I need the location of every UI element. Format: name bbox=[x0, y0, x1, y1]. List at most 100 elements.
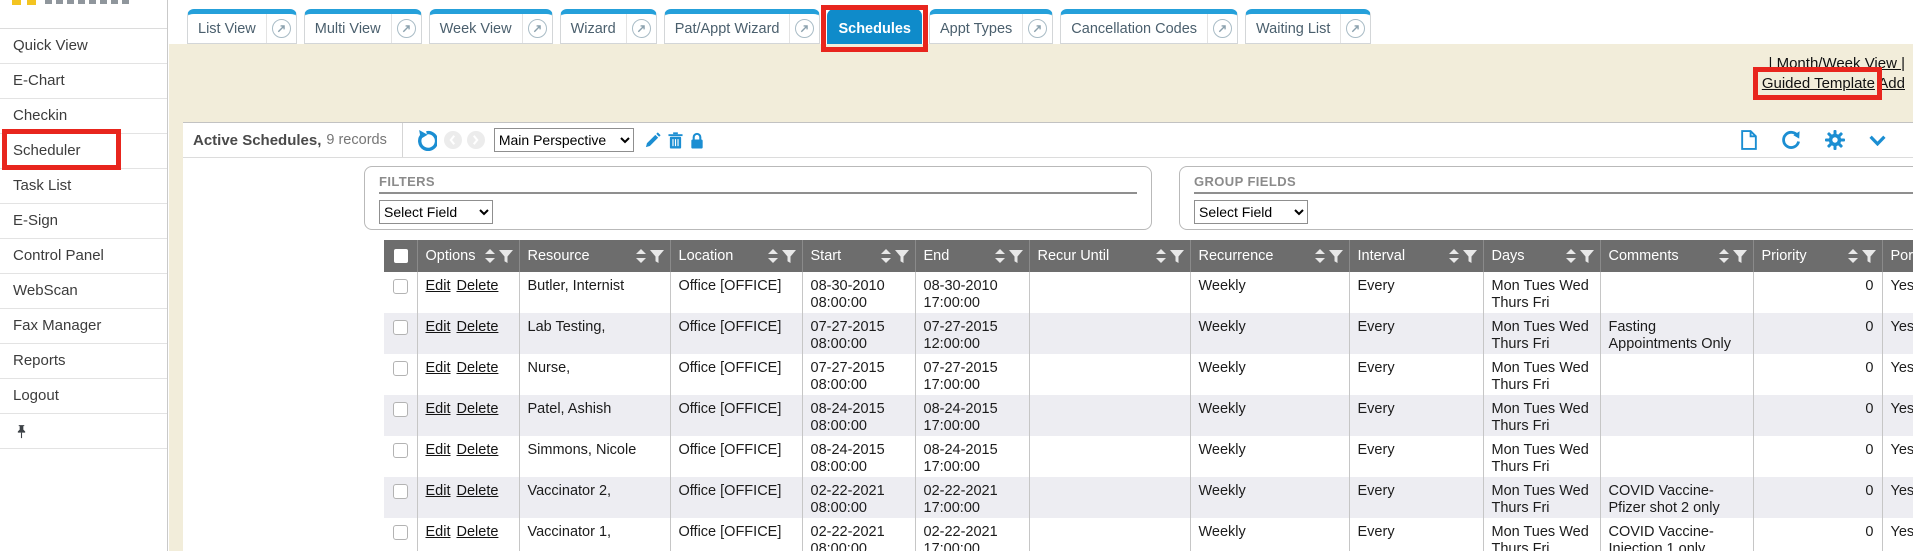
sidebar-item-scheduler[interactable]: Scheduler bbox=[0, 134, 167, 169]
filter-funnel-icon[interactable] bbox=[499, 250, 513, 263]
edit-link[interactable]: Edit bbox=[426, 278, 451, 294]
delete-link[interactable]: Delete bbox=[457, 278, 499, 294]
column-label: Days bbox=[1492, 248, 1562, 264]
resource-cell: Patel, Ashish bbox=[519, 395, 670, 436]
row-checkbox[interactable] bbox=[393, 320, 408, 335]
filter-funnel-icon[interactable] bbox=[1733, 250, 1747, 263]
external-link-icon[interactable] bbox=[391, 14, 421, 43]
refresh-icon[interactable] bbox=[1781, 130, 1801, 150]
delete-link[interactable]: Delete bbox=[457, 483, 499, 499]
sort-icon[interactable] bbox=[1848, 249, 1858, 263]
row-checkbox[interactable] bbox=[393, 525, 408, 540]
sidebar-item-fax-manager[interactable]: Fax Manager bbox=[0, 309, 167, 344]
tab-wizard[interactable]: Wizard bbox=[560, 9, 657, 44]
group-fields-select[interactable]: Select Field bbox=[1194, 200, 1308, 224]
edit-link[interactable]: Edit bbox=[426, 483, 451, 499]
external-link-icon[interactable] bbox=[266, 14, 296, 43]
external-link-icon[interactable] bbox=[522, 14, 552, 43]
sidebar-item-quick-view[interactable]: Quick View bbox=[0, 29, 167, 64]
delete-link[interactable]: Delete bbox=[457, 360, 499, 376]
add-link[interactable]: Add bbox=[1878, 75, 1905, 92]
filter-funnel-icon[interactable] bbox=[1463, 250, 1477, 263]
filter-funnel-icon[interactable] bbox=[1580, 250, 1594, 263]
undo-icon[interactable] bbox=[416, 130, 437, 151]
row-checkbox[interactable] bbox=[393, 402, 408, 417]
sort-icon[interactable] bbox=[768, 249, 778, 263]
prev-page-icon[interactable] bbox=[444, 131, 462, 149]
external-link-icon[interactable] bbox=[789, 14, 819, 43]
sidebar-nav: Quick ViewE-ChartCheckinSchedulerTask Li… bbox=[0, 29, 167, 414]
toolbar-right-icons bbox=[1741, 130, 1893, 150]
external-link-icon[interactable] bbox=[626, 14, 656, 43]
external-link-icon[interactable] bbox=[1022, 14, 1052, 43]
sidebar-item-task-list[interactable]: Task List bbox=[0, 169, 167, 204]
sort-icon[interactable] bbox=[1315, 249, 1325, 263]
delete-link[interactable]: Delete bbox=[457, 442, 499, 458]
resource-cell: Butler, Internist bbox=[519, 272, 670, 313]
sidebar-item-e-sign[interactable]: E-Sign bbox=[0, 204, 167, 239]
tab-waiting-list[interactable]: Waiting List bbox=[1245, 9, 1371, 44]
sidebar-item-webscan[interactable]: WebScan bbox=[0, 274, 167, 309]
edit-link[interactable]: Edit bbox=[426, 401, 451, 417]
row-checkbox[interactable] bbox=[393, 484, 408, 499]
lock-icon[interactable] bbox=[690, 132, 704, 149]
recurrence-cell: Weekly bbox=[1190, 436, 1349, 477]
sort-icon[interactable] bbox=[485, 249, 495, 263]
tab-pat-appt-wizard[interactable]: Pat/Appt Wizard bbox=[664, 9, 821, 44]
delete-link[interactable]: Delete bbox=[457, 401, 499, 417]
delete-trash-icon[interactable] bbox=[668, 132, 683, 149]
edit-pencil-icon[interactable] bbox=[644, 132, 661, 149]
sort-icon[interactable] bbox=[1566, 249, 1576, 263]
filter-funnel-icon[interactable] bbox=[650, 250, 664, 263]
tab-week-view[interactable]: Week View bbox=[429, 9, 553, 44]
select-all-checkbox[interactable] bbox=[394, 249, 408, 263]
delete-link[interactable]: Delete bbox=[457, 524, 499, 540]
sort-icon[interactable] bbox=[1156, 249, 1166, 263]
collapse-chevron-down-icon[interactable] bbox=[1869, 135, 1886, 146]
tab-label: Pat/Appt Wizard bbox=[665, 14, 790, 43]
settings-gear-icon[interactable] bbox=[1825, 130, 1845, 150]
filter-funnel-icon[interactable] bbox=[1329, 250, 1343, 263]
filter-funnel-icon[interactable] bbox=[1170, 250, 1184, 263]
select-all-header[interactable] bbox=[384, 240, 417, 272]
perspective-select[interactable]: Main Perspective bbox=[494, 128, 634, 152]
tab-list-view[interactable]: List View bbox=[187, 9, 297, 44]
sidebar-item-reports[interactable]: Reports bbox=[0, 344, 167, 379]
tab-multi-view[interactable]: Multi View bbox=[304, 9, 422, 44]
tab-cancellation-codes[interactable]: Cancellation Codes bbox=[1060, 9, 1238, 44]
push-pin-icon[interactable] bbox=[16, 424, 27, 439]
filter-funnel-icon[interactable] bbox=[782, 250, 796, 263]
tab-appt-types[interactable]: Appt Types bbox=[929, 9, 1053, 44]
month-week-view-link[interactable]: | Month/Week View | bbox=[1769, 55, 1905, 72]
new-document-icon[interactable] bbox=[1741, 130, 1757, 150]
filter-funnel-icon[interactable] bbox=[1009, 250, 1023, 263]
edit-link[interactable]: Edit bbox=[426, 319, 451, 335]
external-link-icon[interactable] bbox=[1340, 14, 1370, 43]
sidebar-item-control-panel[interactable]: Control Panel bbox=[0, 239, 167, 274]
sort-icon[interactable] bbox=[881, 249, 891, 263]
sort-icon[interactable] bbox=[1449, 249, 1459, 263]
next-page-icon[interactable] bbox=[467, 131, 485, 149]
row-checkbox[interactable] bbox=[393, 279, 408, 294]
column-header-resource: Resource bbox=[519, 240, 670, 272]
sidebar-item-logout[interactable]: Logout bbox=[0, 379, 167, 414]
sidebar-item-checkin[interactable]: Checkin bbox=[0, 99, 167, 134]
row-checkbox[interactable] bbox=[393, 443, 408, 458]
edit-link[interactable]: Edit bbox=[426, 360, 451, 376]
row-checkbox[interactable] bbox=[393, 361, 408, 376]
sort-icon[interactable] bbox=[995, 249, 1005, 263]
sort-icon[interactable] bbox=[636, 249, 646, 263]
delete-link[interactable]: Delete bbox=[457, 319, 499, 335]
edit-link[interactable]: Edit bbox=[426, 442, 451, 458]
recurrence-cell: Weekly bbox=[1190, 395, 1349, 436]
filter-funnel-icon[interactable] bbox=[895, 250, 909, 263]
guided-template-link[interactable]: Guided Template bbox=[1762, 75, 1875, 92]
sort-icon[interactable] bbox=[1719, 249, 1729, 263]
edit-link[interactable]: Edit bbox=[426, 524, 451, 540]
tab-label: Waiting List bbox=[1246, 14, 1340, 43]
filter-funnel-icon[interactable] bbox=[1862, 250, 1876, 263]
external-link-icon[interactable] bbox=[1207, 14, 1237, 43]
tab-schedules[interactable]: Schedules bbox=[827, 9, 922, 44]
sidebar-item-e-chart[interactable]: E-Chart bbox=[0, 64, 167, 99]
filters-field-select[interactable]: Select Field bbox=[379, 200, 493, 224]
